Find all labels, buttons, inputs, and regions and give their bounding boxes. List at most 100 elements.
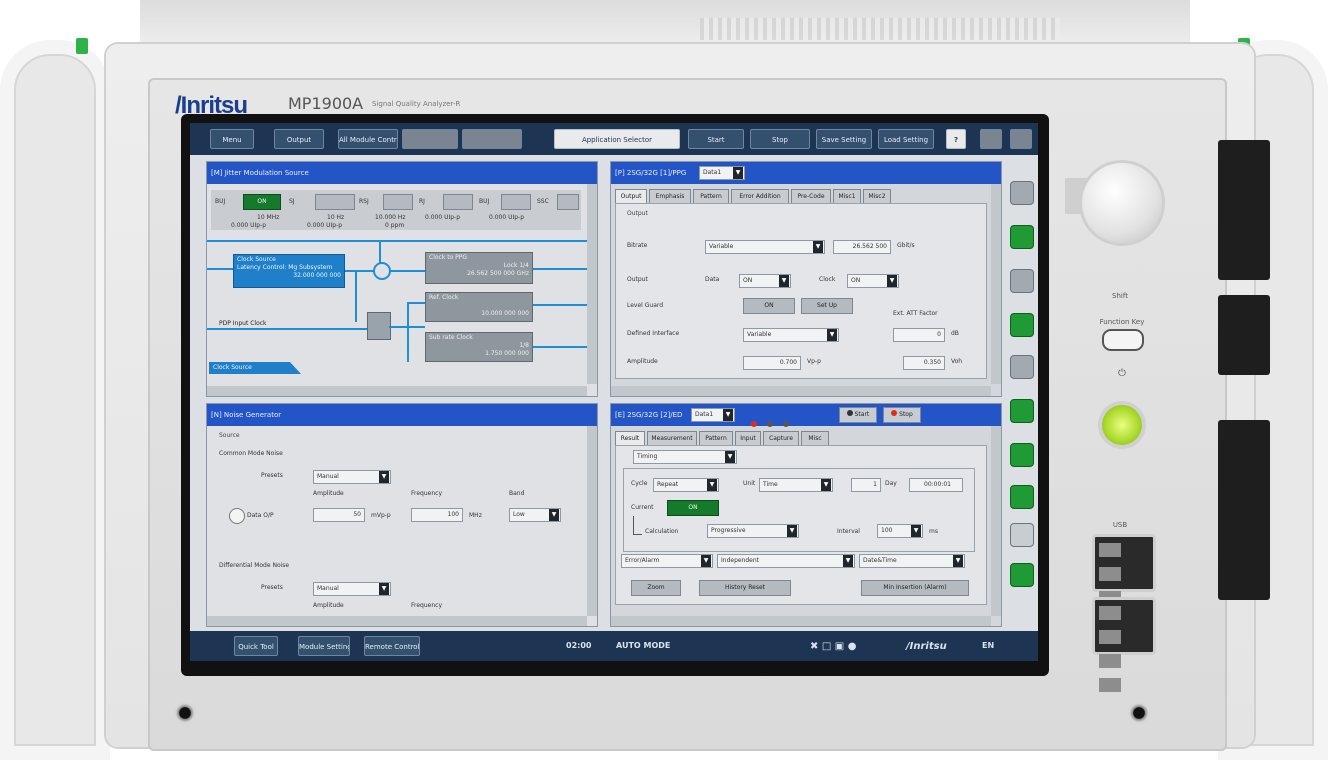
rj-button[interactable]: [443, 194, 473, 210]
vertical-scrollbar[interactable]: [991, 184, 1001, 384]
ed-data-select[interactable]: Data1: [691, 408, 735, 422]
rotary-knob[interactable]: [1082, 163, 1162, 243]
remote-control-button[interactable]: Remote Control: [364, 636, 420, 656]
common-amplitude-input[interactable]: 50: [313, 508, 365, 522]
function-key-button[interactable]: [1102, 329, 1144, 351]
all-module-control-button[interactable]: All Module Control: [338, 129, 398, 149]
ppg-data-select[interactable]: Data1: [699, 166, 745, 180]
bitrate-value-input[interactable]: 26.562 500: [833, 240, 891, 254]
tab-output[interactable]: Output: [615, 189, 647, 204]
common-presets-select[interactable]: Manual: [313, 470, 391, 484]
ed-start-button[interactable]: Start: [839, 407, 877, 423]
tab-measurement[interactable]: Measurement: [647, 431, 697, 446]
common-frequency-input[interactable]: 100: [411, 508, 463, 522]
band-select[interactable]: Low: [509, 508, 561, 522]
tab-misc2[interactable]: Misc2: [863, 189, 891, 204]
clock-to-ppg-block[interactable]: Clock to PPG Lock 1/4 26.562 500 000 GHz: [425, 252, 533, 284]
tab-result[interactable]: Result: [615, 431, 645, 446]
side-arrow-button[interactable]: [1010, 523, 1034, 547]
cycle-time-input[interactable]: 00:00:01: [909, 478, 963, 492]
side-button-5[interactable]: [1010, 355, 1034, 379]
offset-input[interactable]: 0.350: [903, 356, 945, 370]
stop-button[interactable]: Stop: [750, 129, 810, 149]
tab-capture[interactable]: Capture: [763, 431, 799, 446]
ext-att-input[interactable]: 0: [893, 328, 945, 342]
horizontal-scrollbar[interactable]: [611, 386, 991, 396]
tab-emphasis[interactable]: Emphasis: [649, 189, 691, 204]
side-button-1[interactable]: [1010, 181, 1034, 205]
ed-stop-button[interactable]: Stop: [883, 407, 921, 423]
ground-terminal-right[interactable]: [1128, 702, 1150, 724]
side-button-8[interactable]: [1010, 485, 1034, 509]
min-insertion-button[interactable]: Min Insertion (Alarm): [861, 580, 969, 596]
output-clock-select[interactable]: ON: [847, 274, 899, 288]
vertical-scrollbar[interactable]: [991, 426, 1001, 616]
ssc-button[interactable]: [557, 194, 579, 210]
horizontal-scrollbar[interactable]: [207, 386, 587, 396]
start-button[interactable]: Start: [688, 129, 744, 149]
sub-rate-clock-block[interactable]: Sub rate Clock 1/8 1.750 000 000: [425, 332, 533, 362]
zoom-button[interactable]: Zoom: [631, 580, 681, 596]
clock-source-tab[interactable]: Clock Source: [209, 362, 301, 374]
menu-button[interactable]: Menu: [210, 129, 254, 149]
load-setting-button[interactable]: Load Setting: [878, 129, 934, 149]
quick-tool-button[interactable]: Quick Tool: [234, 636, 278, 656]
output-data-select[interactable]: ON: [739, 274, 791, 288]
side-button-6[interactable]: [1010, 399, 1034, 423]
clock-source-block[interactable]: Clock Source Latency Control: Mg Subsyste…: [233, 254, 345, 288]
vertical-scrollbar[interactable]: [587, 426, 597, 616]
save-setting-button[interactable]: Save Setting: [816, 129, 872, 149]
calculation-select[interactable]: Progressive: [707, 524, 799, 538]
ground-terminal-left[interactable]: [174, 702, 196, 724]
tab-pattern[interactable]: Pattern: [693, 189, 729, 204]
interval-select[interactable]: 100: [877, 524, 923, 538]
bitrate-mode-select[interactable]: Variable: [705, 240, 825, 254]
layout-button-1[interactable]: [980, 129, 1002, 149]
tab-pattern[interactable]: Pattern: [699, 431, 733, 446]
error-alarm-select[interactable]: Error/Alarm: [621, 554, 713, 568]
usb-port-1[interactable]: [1092, 534, 1156, 629]
vertical-scrollbar[interactable]: [587, 184, 597, 384]
tab-error-addition[interactable]: Error Addition: [731, 189, 789, 204]
power-button[interactable]: [1102, 405, 1142, 445]
differential-presets-select[interactable]: Manual: [313, 582, 391, 596]
horizontal-scrollbar[interactable]: [611, 616, 991, 626]
rsj-button[interactable]: [383, 194, 413, 210]
layout-button-2[interactable]: [1010, 129, 1032, 149]
tab-input[interactable]: Input: [735, 431, 761, 446]
data-op-checkbox[interactable]: [229, 508, 245, 524]
help-button[interactable]: ?: [946, 129, 966, 149]
tab-pre-code[interactable]: Pre-Code: [791, 189, 831, 204]
amplitude-input[interactable]: 0.700: [743, 356, 801, 370]
sj2-button[interactable]: [315, 194, 355, 210]
side-exit-button[interactable]: [1010, 563, 1034, 587]
unit-select[interactable]: Time: [759, 478, 833, 492]
independent-select[interactable]: Independent: [717, 554, 855, 568]
cycle-select[interactable]: Repeat: [653, 478, 719, 492]
side-bracket-middle: [1218, 295, 1270, 375]
ref-clock-block[interactable]: Ref. Clock 10.000 000 000: [425, 292, 533, 322]
tab-misc1[interactable]: Misc1: [833, 189, 861, 204]
side-button-3[interactable]: [1010, 269, 1034, 293]
application-selector-button[interactable]: Application Selector: [554, 129, 680, 149]
side-button-4[interactable]: [1010, 313, 1034, 337]
side-button-2[interactable]: [1010, 225, 1034, 249]
cycle-count-input[interactable]: 1: [851, 478, 881, 492]
defined-interface-select[interactable]: Variable: [743, 328, 839, 342]
module-setting-button[interactable]: Module Setting: [298, 636, 350, 656]
date-time-select[interactable]: Date&Time: [859, 554, 965, 568]
level-guard-setup-button[interactable]: Set Up: [801, 298, 853, 314]
horizontal-scrollbar[interactable]: [207, 616, 587, 626]
timing-select[interactable]: Timing: [633, 450, 737, 464]
toolbar-button-4[interactable]: [462, 129, 522, 149]
side-button-7[interactable]: [1010, 443, 1034, 467]
buj-button[interactable]: [501, 194, 531, 210]
current-on-button[interactable]: ON: [667, 500, 719, 516]
sj-on-button[interactable]: ON: [243, 194, 281, 210]
history-reset-button[interactable]: History Reset: [699, 580, 791, 596]
toolbar-button-3[interactable]: [402, 129, 458, 149]
level-guard-on-button[interactable]: ON: [743, 298, 795, 314]
usb-port-2[interactable]: [1092, 597, 1156, 692]
output-button[interactable]: Output: [274, 129, 324, 149]
tab-misc[interactable]: Misc: [801, 431, 829, 446]
